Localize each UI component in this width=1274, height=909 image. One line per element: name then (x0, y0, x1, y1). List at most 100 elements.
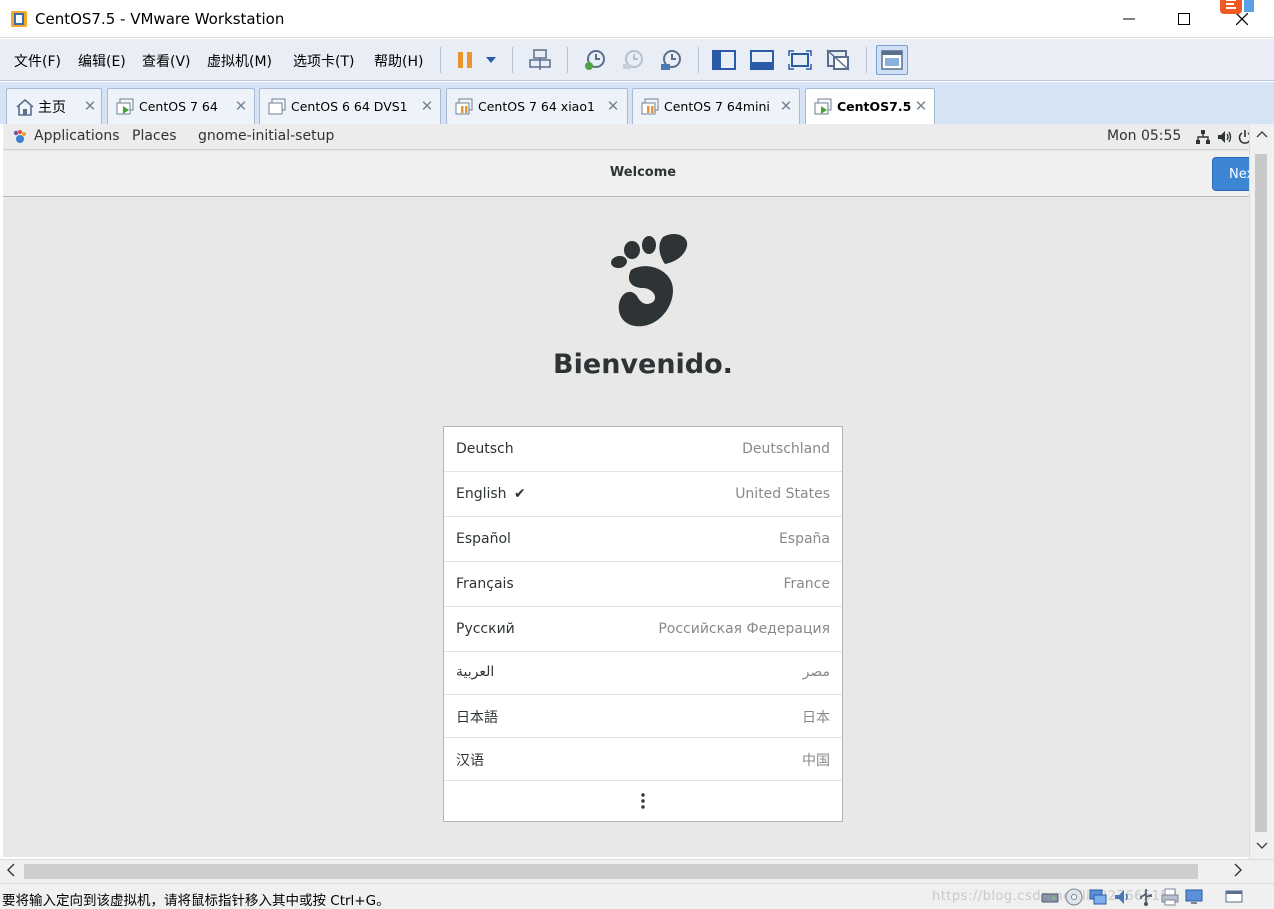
clock[interactable]: Mon 05:55 (1107, 128, 1181, 144)
revert-snapshot-button[interactable] (618, 46, 648, 74)
tab-home[interactable]: 主页 ✕ (6, 88, 102, 124)
device-status-icons (1038, 887, 1274, 907)
console-view-button[interactable] (876, 45, 908, 75)
status-message: 要将输入定向到该虚拟机，请将鼠标指针移入其中或按 Ctrl+G。 (2, 893, 390, 909)
window-titlebar: CentOS7.5 - VMware Workstation (0, 0, 1274, 38)
tab-centos-7-64mini[interactable]: CentOS 7 64mini ✕ (632, 88, 800, 124)
tab-centos7-5[interactable]: CentOS7.5 ✕ (805, 88, 935, 124)
scroll-right-icon[interactable] (1234, 863, 1242, 877)
tab-label: CentOS 7 64 xiao1 (478, 99, 595, 114)
tab-centos-6-64-dvs1[interactable]: CentOS 6 64 DVS1 ✕ (259, 88, 441, 124)
tab-close-icon[interactable]: ✕ (606, 97, 620, 115)
language-name: Español (456, 531, 511, 547)
pause-icon (458, 52, 472, 68)
home-icon (16, 98, 34, 116)
applications-menu[interactable]: Applications (34, 128, 120, 144)
tab-close-icon[interactable]: ✕ (234, 97, 248, 115)
places-menu[interactable]: Places (132, 128, 177, 144)
scroll-left-icon[interactable] (7, 863, 15, 877)
next-button[interactable]: Next (1212, 157, 1249, 191)
console-view-icon (881, 50, 903, 70)
full-screen-icon (788, 50, 812, 70)
snapshot-take-icon (585, 50, 605, 70)
unity-icon (826, 49, 850, 71)
maximize-icon (1178, 13, 1190, 25)
minimize-icon (1123, 18, 1135, 20)
vertical-scrollbar[interactable] (1249, 124, 1274, 859)
printer-icon[interactable] (1160, 887, 1180, 907)
horizontal-scrollbar[interactable] (0, 859, 1274, 883)
full-screen-button[interactable] (785, 46, 815, 74)
list-item[interactable]: Français France (444, 562, 842, 607)
power-dropdown-button[interactable] (478, 46, 504, 74)
vm-suspended-icon (455, 98, 473, 115)
network-adapter-icon[interactable] (1088, 887, 1108, 907)
window-title: CentOS7.5 - VMware Workstation (35, 10, 285, 28)
tab-label: CentOS 7 64mini (664, 99, 770, 114)
usb-icon[interactable] (1136, 887, 1156, 907)
list-item[interactable]: 日本語 日本 (444, 695, 842, 738)
network-icon[interactable] (1195, 129, 1211, 145)
show-library-button[interactable] (709, 46, 739, 74)
toolbar-separator (698, 47, 699, 73)
selected-check-icon: ✔ (514, 486, 526, 502)
thumbnail-bar-button[interactable] (747, 46, 777, 74)
dropdown-arrow-icon (486, 57, 496, 63)
list-item[interactable]: 汉语 中国 (444, 738, 842, 781)
tab-close-icon[interactable]: ✕ (779, 97, 793, 115)
message-icon[interactable] (1224, 887, 1244, 907)
language-region: United States (735, 486, 830, 502)
language-name: العربية (456, 664, 495, 680)
vm-suspended-icon (641, 98, 659, 115)
menu-view[interactable]: 查看(V) (142, 51, 191, 71)
list-item[interactable]: Deutsch Deutschland (444, 427, 842, 472)
snapshot-manager-button[interactable] (656, 46, 686, 74)
menu-tabs[interactable]: 选项卡(T) (293, 51, 354, 71)
more-languages-button[interactable] (444, 781, 842, 822)
vm-tab-strip: 主页 ✕ CentOS 7 64 ✕ CentOS 6 64 DVS1 ✕ Ce… (0, 82, 1274, 124)
snapshot-manager-icon (661, 50, 681, 70)
menu-vm[interactable]: 虚拟机(M) (207, 51, 272, 71)
tab-label: 主页 (38, 100, 66, 116)
cd-dvd-icon[interactable] (1064, 887, 1084, 907)
sound-icon[interactable] (1112, 887, 1132, 907)
tab-close-icon[interactable]: ✕ (914, 97, 928, 115)
power-icon[interactable] (1238, 129, 1249, 145)
maximize-button[interactable] (1161, 0, 1207, 38)
welcome-heading: Bienvenido. (553, 349, 733, 380)
list-item[interactable]: العربية مصر (444, 652, 842, 695)
tab-close-icon[interactable]: ✕ (83, 97, 97, 115)
vm-icon (268, 98, 286, 115)
vertical-scroll-thumb[interactable] (1255, 154, 1267, 832)
guest-screen[interactable]: Applications Places gnome-initial-setup … (3, 124, 1249, 857)
hard-disk-icon[interactable] (1040, 887, 1060, 907)
scroll-down-icon[interactable] (1256, 842, 1268, 850)
pause-button[interactable] (450, 46, 480, 74)
tab-close-icon[interactable]: ✕ (420, 97, 434, 115)
current-app-label[interactable]: gnome-initial-setup (198, 128, 334, 144)
menu-file[interactable]: 文件(F) (14, 51, 61, 71)
volume-icon[interactable] (1217, 129, 1233, 145)
show-library-icon (712, 50, 736, 70)
list-item[interactable]: English ✔ United States (444, 472, 842, 517)
toolbar-separator (866, 47, 867, 73)
menu-help[interactable]: 帮助(H) (374, 51, 423, 71)
list-item[interactable]: Русский Российская Федерация (444, 607, 842, 652)
unity-button[interactable] (823, 46, 853, 74)
display-icon[interactable] (1184, 887, 1204, 907)
vm-running-icon (116, 98, 134, 115)
send-ctrl-alt-del-button[interactable] (525, 46, 555, 74)
tab-centos-7-64[interactable]: CentOS 7 64 ✕ (107, 88, 255, 124)
language-region: مصر (802, 664, 830, 680)
list-item[interactable]: Español España (444, 517, 842, 562)
take-snapshot-button[interactable] (580, 46, 610, 74)
menu-edit[interactable]: 编辑(E) (78, 51, 126, 71)
toolbar-separator (440, 47, 441, 73)
scroll-up-icon[interactable] (1256, 130, 1268, 138)
horizontal-scroll-thumb[interactable] (24, 864, 1198, 879)
language-name: Français (456, 576, 514, 592)
minimize-button[interactable] (1106, 0, 1152, 38)
more-vertical-icon (641, 793, 645, 809)
language-region: España (778, 531, 830, 547)
tab-centos-7-64-xiao1[interactable]: CentOS 7 64 xiao1 ✕ (446, 88, 628, 124)
